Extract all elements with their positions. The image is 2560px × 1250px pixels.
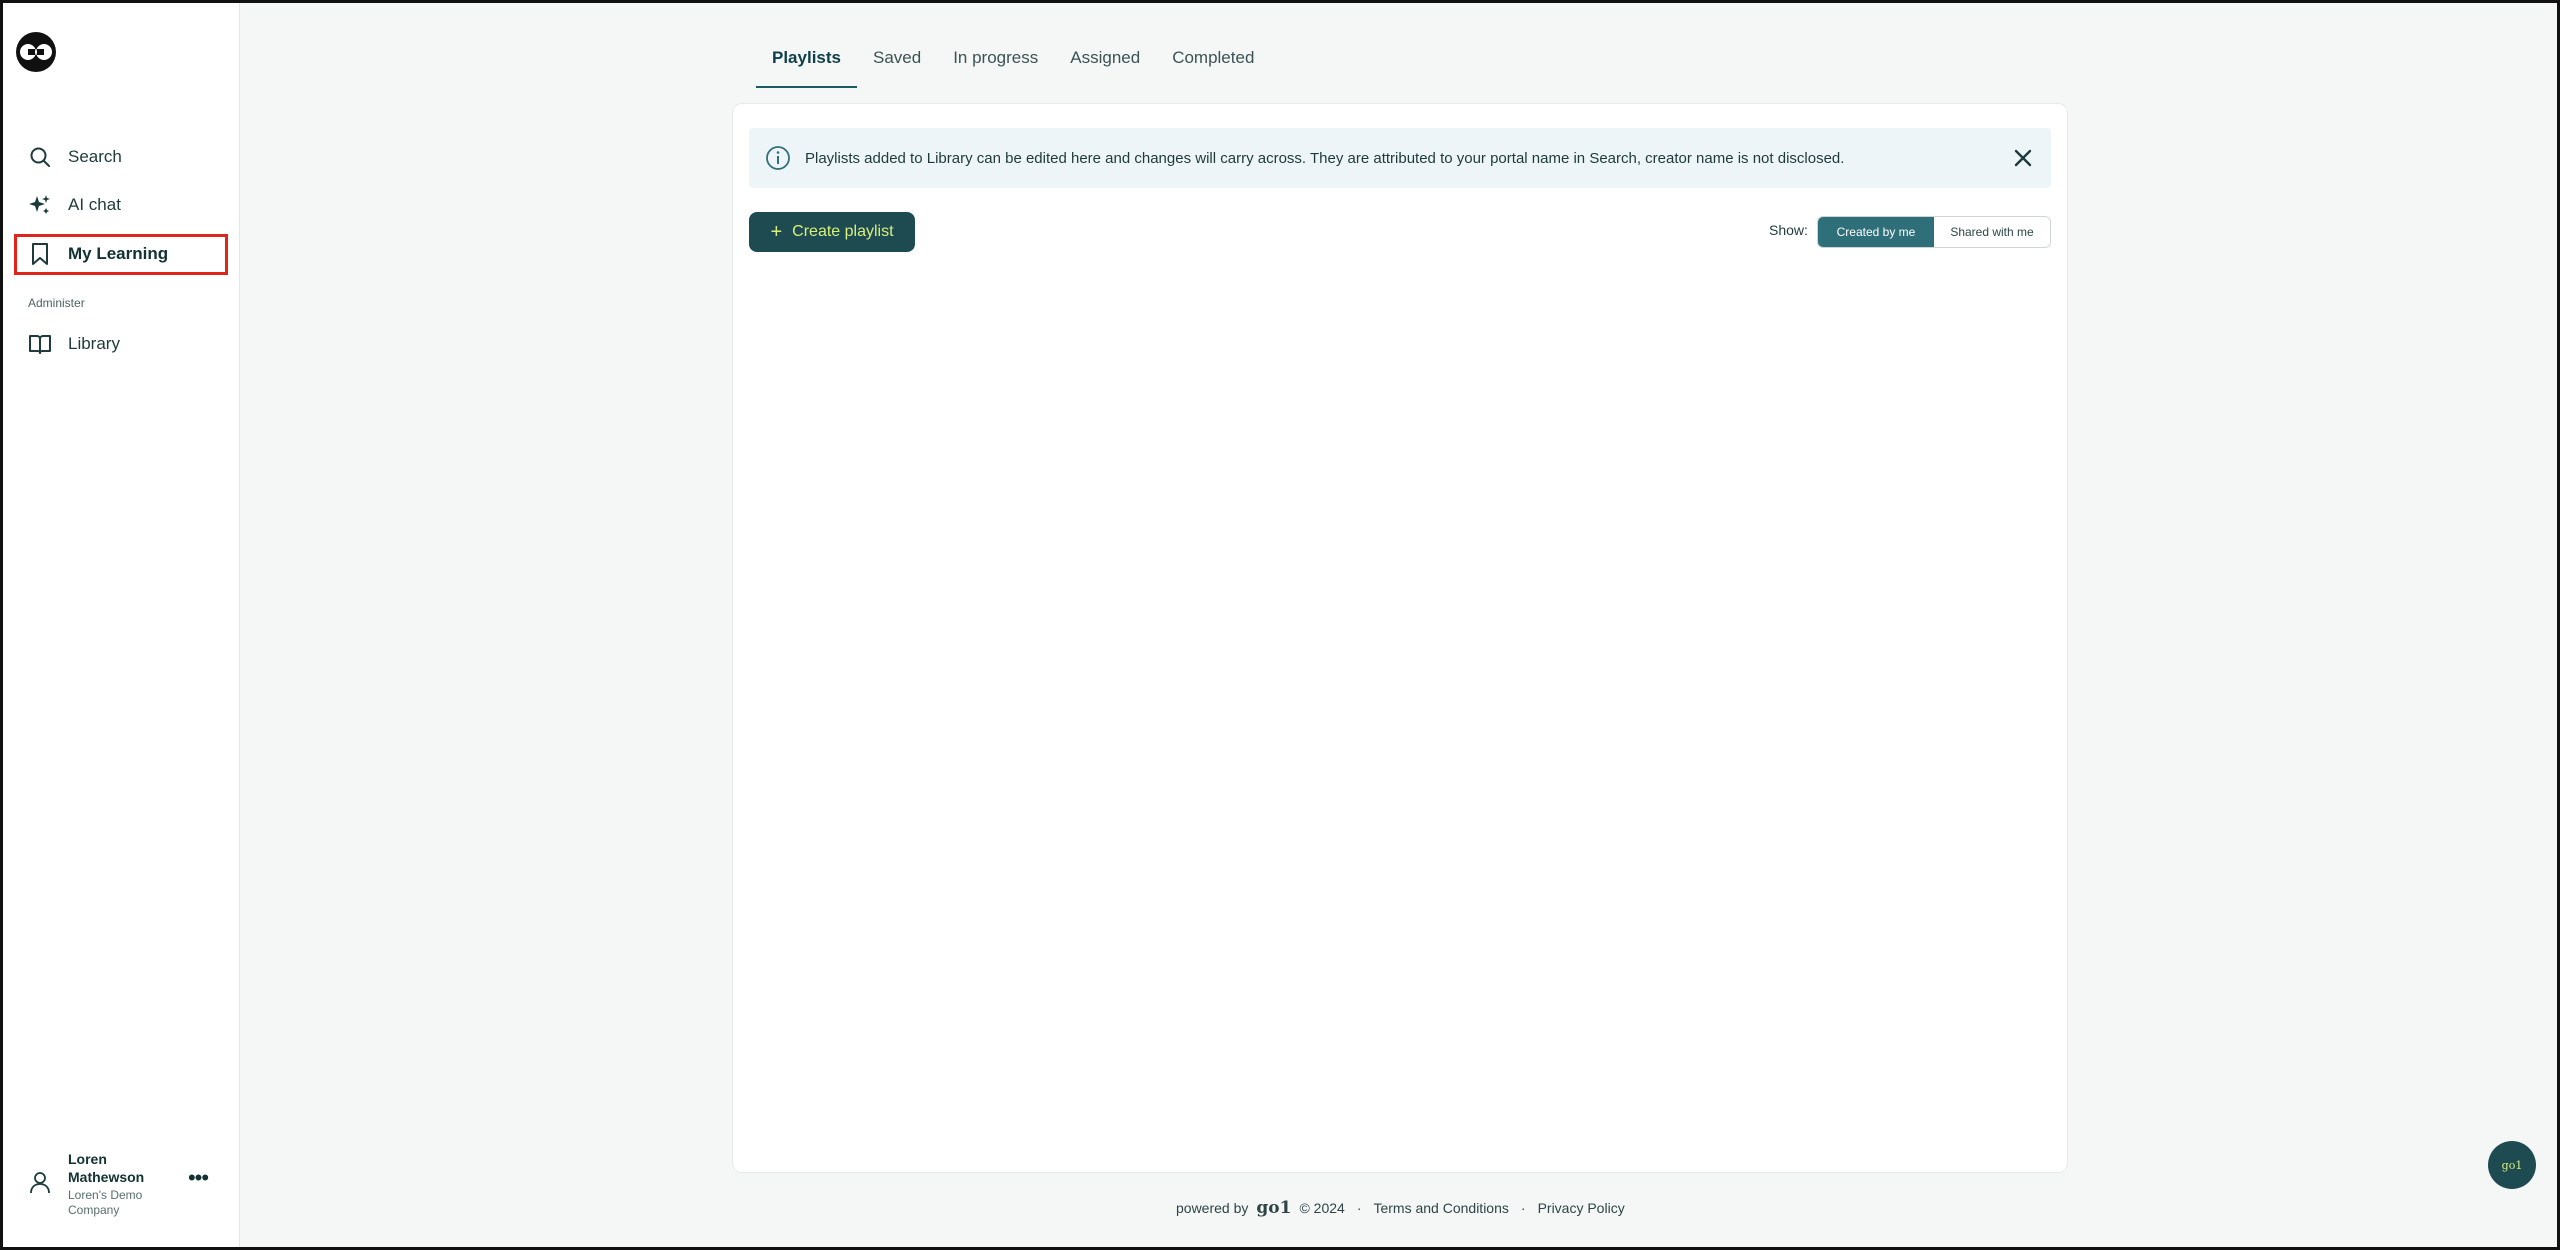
tab-assigned[interactable]: Assigned bbox=[1054, 40, 1156, 88]
ownership-filter: Created by me Shared with me bbox=[1817, 216, 2051, 248]
privacy-link[interactable]: Privacy Policy bbox=[1538, 1200, 1625, 1216]
help-chat-button[interactable]: go1 bbox=[2488, 1141, 2536, 1189]
banner-text: Playlists added to Library can be edited… bbox=[805, 149, 1845, 167]
close-icon[interactable] bbox=[2011, 146, 2035, 170]
bookmark-icon bbox=[28, 242, 52, 266]
plus-icon: + bbox=[770, 221, 783, 243]
info-banner: Playlists added to Library can be edited… bbox=[749, 128, 2051, 188]
user-icon bbox=[30, 1172, 50, 1194]
sidebar-item-search[interactable]: Search bbox=[14, 137, 226, 177]
book-icon bbox=[28, 332, 52, 356]
separator-dot: · bbox=[1520, 1200, 1526, 1216]
sidebar-item-label: Search bbox=[68, 147, 122, 166]
sidebar-item-label: My Learning bbox=[68, 244, 169, 263]
sidebar-item-library[interactable]: Library bbox=[14, 324, 226, 364]
playlists-panel: Playlists added to Library can be edited… bbox=[732, 103, 2068, 1173]
tab-saved[interactable]: Saved bbox=[857, 40, 937, 88]
tab-completed[interactable]: Completed bbox=[1156, 40, 1270, 88]
sidebar: Search AI chat My Learning Administer Li… bbox=[0, 0, 240, 1250]
separator-dot: · bbox=[1356, 1200, 1362, 1216]
go1-brand-logo: go1 bbox=[1256, 1198, 1292, 1218]
create-playlist-label: Create playlist bbox=[792, 223, 894, 240]
footer: powered by go1 © 2024 · Terms and Condit… bbox=[1176, 1198, 1625, 1218]
tab-bar: Playlists Saved In progress Assigned Com… bbox=[756, 40, 1270, 88]
terms-link[interactable]: Terms and Conditions bbox=[1373, 1200, 1508, 1216]
sidebar-item-label: Library bbox=[68, 334, 120, 353]
show-label: Show: bbox=[1769, 222, 1808, 238]
tab-in-progress[interactable]: In progress bbox=[937, 40, 1054, 88]
user-company: Loren's Demo Company bbox=[68, 1188, 143, 1217]
powered-by-text: powered by bbox=[1176, 1200, 1249, 1216]
info-icon bbox=[766, 146, 790, 170]
tab-playlists[interactable]: Playlists bbox=[756, 40, 857, 88]
fab-label: go1 bbox=[2501, 1158, 2523, 1172]
user-profile[interactable]: Loren Mathewson Loren's Demo Company ••• bbox=[28, 1150, 228, 1220]
section-label-administer: Administer bbox=[28, 296, 85, 310]
search-icon bbox=[28, 145, 52, 169]
create-playlist-button[interactable]: + Create playlist bbox=[749, 212, 915, 252]
sidebar-item-ai-chat[interactable]: AI chat bbox=[14, 185, 226, 225]
filter-created-by-me[interactable]: Created by me bbox=[1818, 217, 1934, 247]
more-options-icon[interactable]: ••• bbox=[184, 1167, 212, 1192]
user-name: Loren Mathewson bbox=[68, 1151, 145, 1185]
sparkle-icon bbox=[28, 193, 52, 217]
go1-logo-icon[interactable] bbox=[14, 30, 58, 74]
sidebar-item-label: AI chat bbox=[68, 195, 121, 214]
sidebar-item-my-learning[interactable]: My Learning bbox=[14, 234, 226, 274]
filter-shared-with-me[interactable]: Shared with me bbox=[1934, 217, 2050, 247]
copyright-text: © 2024 bbox=[1299, 1200, 1345, 1216]
